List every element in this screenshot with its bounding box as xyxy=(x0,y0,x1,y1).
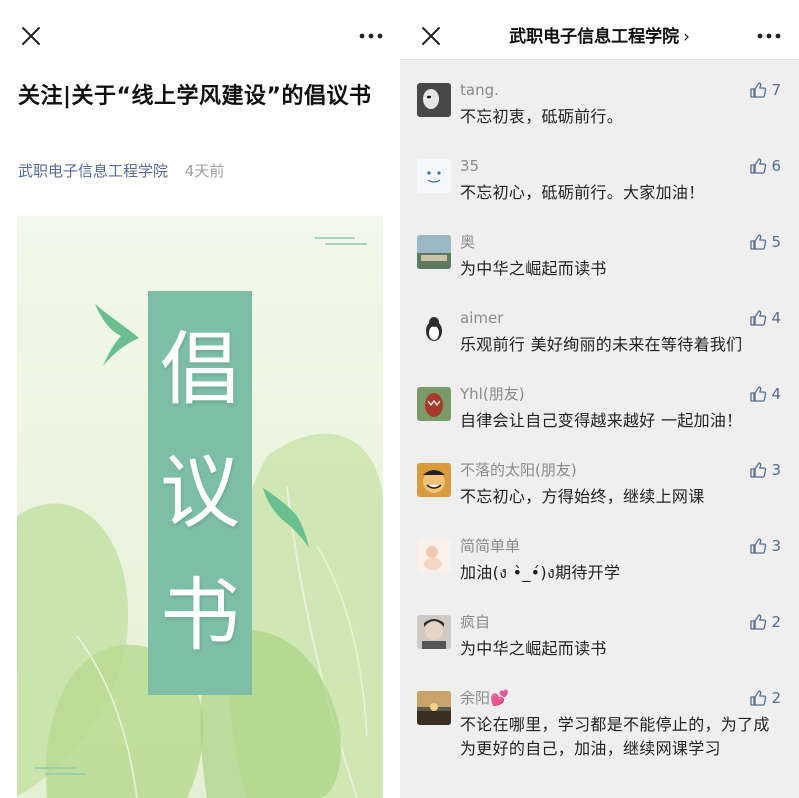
like-button[interactable]: 2 xyxy=(749,611,781,633)
comment-item: 奥 为中华之崛起而读书 5 xyxy=(400,212,799,288)
poster-char: 议 xyxy=(160,445,240,539)
like-button[interactable]: 3 xyxy=(749,535,781,557)
like-button[interactable]: 2 xyxy=(749,687,781,709)
comment-text: 加油(ง •̀_•́)ง期待开学 xyxy=(460,563,621,582)
comment-nickname[interactable]: tang. xyxy=(460,79,499,101)
comment-text: 不忘初心，砥砺前行。大家加油！ xyxy=(460,183,705,202)
close-icon[interactable] xyxy=(20,25,42,47)
like-count: 2 xyxy=(771,689,781,707)
like-count: 2 xyxy=(771,613,781,631)
like-count: 4 xyxy=(771,309,781,327)
account-title-text: 武职电子信息工程学院 xyxy=(509,27,680,47)
avatar[interactable] xyxy=(417,159,451,193)
like-button[interactable]: 3 xyxy=(749,459,781,481)
comment-nickname[interactable]: 简简单单 xyxy=(460,535,520,557)
article-title: 关注|关于“线上学风建设”的倡议书 xyxy=(18,84,372,109)
like-count: 4 xyxy=(771,385,781,403)
comment-nickname[interactable]: 不落的太阳(朋友) xyxy=(460,459,577,481)
comments-pane: 武职电子信息工程学院 › tang. 不忘初衷，砥砺前行。 7 35 不忘初心，砥… xyxy=(400,0,799,798)
comment-text: 为中华之崛起而读书 xyxy=(460,639,607,658)
chevron-right-icon: › xyxy=(683,27,690,47)
comment-nickname[interactable]: 35 xyxy=(460,155,479,177)
comment-list: tang. 不忘初衷，砥砺前行。 7 35 不忘初心，砥砺前行。大家加油！ 6 xyxy=(400,60,799,788)
avatar[interactable] xyxy=(417,83,451,117)
like-button[interactable]: 6 xyxy=(749,155,781,177)
comment-text: 乐观前行 美好绚丽的未来在等待着我们 xyxy=(460,335,743,354)
like-button[interactable]: 4 xyxy=(749,383,781,405)
comments-topbar: 武职电子信息工程学院 › xyxy=(400,0,799,60)
poster-char: 书 xyxy=(160,568,240,662)
avatar[interactable] xyxy=(417,463,451,497)
like-button[interactable]: 7 xyxy=(749,79,781,101)
account-link[interactable]: 武职电子信息工程学院 xyxy=(18,162,168,180)
avatar[interactable] xyxy=(417,539,451,573)
thumbs-up-icon xyxy=(750,310,767,326)
more-options-icon[interactable] xyxy=(358,25,384,47)
thumbs-up-icon xyxy=(750,158,767,174)
account-title-link[interactable]: 武职电子信息工程学院 › xyxy=(400,22,799,52)
comment-text: 不论在哪里，学习都是不能停止的，为了成为更好的自己，加油，继续网课学习 xyxy=(460,715,770,758)
comment-text: 自律会让自己变得越来越好 一起加油！ xyxy=(460,411,743,430)
article-meta: 武职电子信息工程学院 4天前 xyxy=(18,160,224,182)
comment-item: 35 不忘初心，砥砺前行。大家加油！ 6 xyxy=(400,136,799,212)
thumbs-up-icon xyxy=(750,386,767,402)
comment-item: 简简单单 加油(ง •̀_•́)ง期待开学 3 xyxy=(400,516,799,592)
comment-nickname[interactable]: 余阳💕 xyxy=(460,687,509,709)
comment-item: tang. 不忘初衷，砥砺前行。 7 xyxy=(400,60,799,136)
like-count: 3 xyxy=(771,537,781,555)
like-count: 5 xyxy=(771,233,781,251)
thumbs-up-icon xyxy=(750,690,767,706)
avatar[interactable] xyxy=(417,387,451,421)
like-count: 7 xyxy=(771,81,781,99)
article-pane: 关注|关于“线上学风建设”的倡议书 武职电子信息工程学院 4天前 倡 议 书 xyxy=(0,0,400,798)
avatar[interactable] xyxy=(417,615,451,649)
poster-title-box: 倡 议 书 xyxy=(148,291,252,695)
comment-item: 不落的太阳(朋友) 不忘初心，方得始终，继续上网课 3 xyxy=(400,440,799,516)
thumbs-up-icon xyxy=(750,234,767,250)
avatar[interactable] xyxy=(417,691,451,725)
like-count: 6 xyxy=(771,157,781,175)
thumbs-up-icon xyxy=(750,462,767,478)
comment-item: 疯自 为中华之崛起而读书 2 xyxy=(400,592,799,668)
publish-time: 4天前 xyxy=(184,162,225,180)
comment-text: 为中华之崛起而读书 xyxy=(460,259,607,278)
article-topbar xyxy=(0,0,400,72)
article-poster-image: 倡 议 书 xyxy=(17,216,383,798)
comment-text: 不忘初衷，砥砺前行。 xyxy=(460,107,624,126)
comment-item: 余阳💕 不论在哪里，学习都是不能停止的，为了成为更好的自己，加油，继续网课学习 … xyxy=(400,668,799,788)
comment-item: aimer 乐观前行 美好绚丽的未来在等待着我们 4 xyxy=(400,288,799,364)
like-button[interactable]: 5 xyxy=(749,231,781,253)
comment-nickname[interactable]: aimer xyxy=(460,307,503,329)
thumbs-up-icon xyxy=(750,614,767,630)
more-options-icon[interactable] xyxy=(756,25,782,47)
comment-nickname[interactable]: 疯自 xyxy=(460,611,490,633)
like-button[interactable]: 4 xyxy=(749,307,781,329)
thumbs-up-icon xyxy=(750,538,767,554)
comment-text: 不忘初心，方得始终，继续上网课 xyxy=(460,487,705,506)
comment-nickname[interactable]: 奥 xyxy=(460,231,475,253)
poster-char: 倡 xyxy=(160,323,240,417)
like-count: 3 xyxy=(771,461,781,479)
comment-item: Yhl(朋友) 自律会让自己变得越来越好 一起加油！ 4 xyxy=(400,364,799,440)
comment-nickname[interactable]: Yhl(朋友) xyxy=(460,383,525,405)
avatar[interactable] xyxy=(417,311,451,345)
thumbs-up-icon xyxy=(750,82,767,98)
avatar[interactable] xyxy=(417,235,451,269)
